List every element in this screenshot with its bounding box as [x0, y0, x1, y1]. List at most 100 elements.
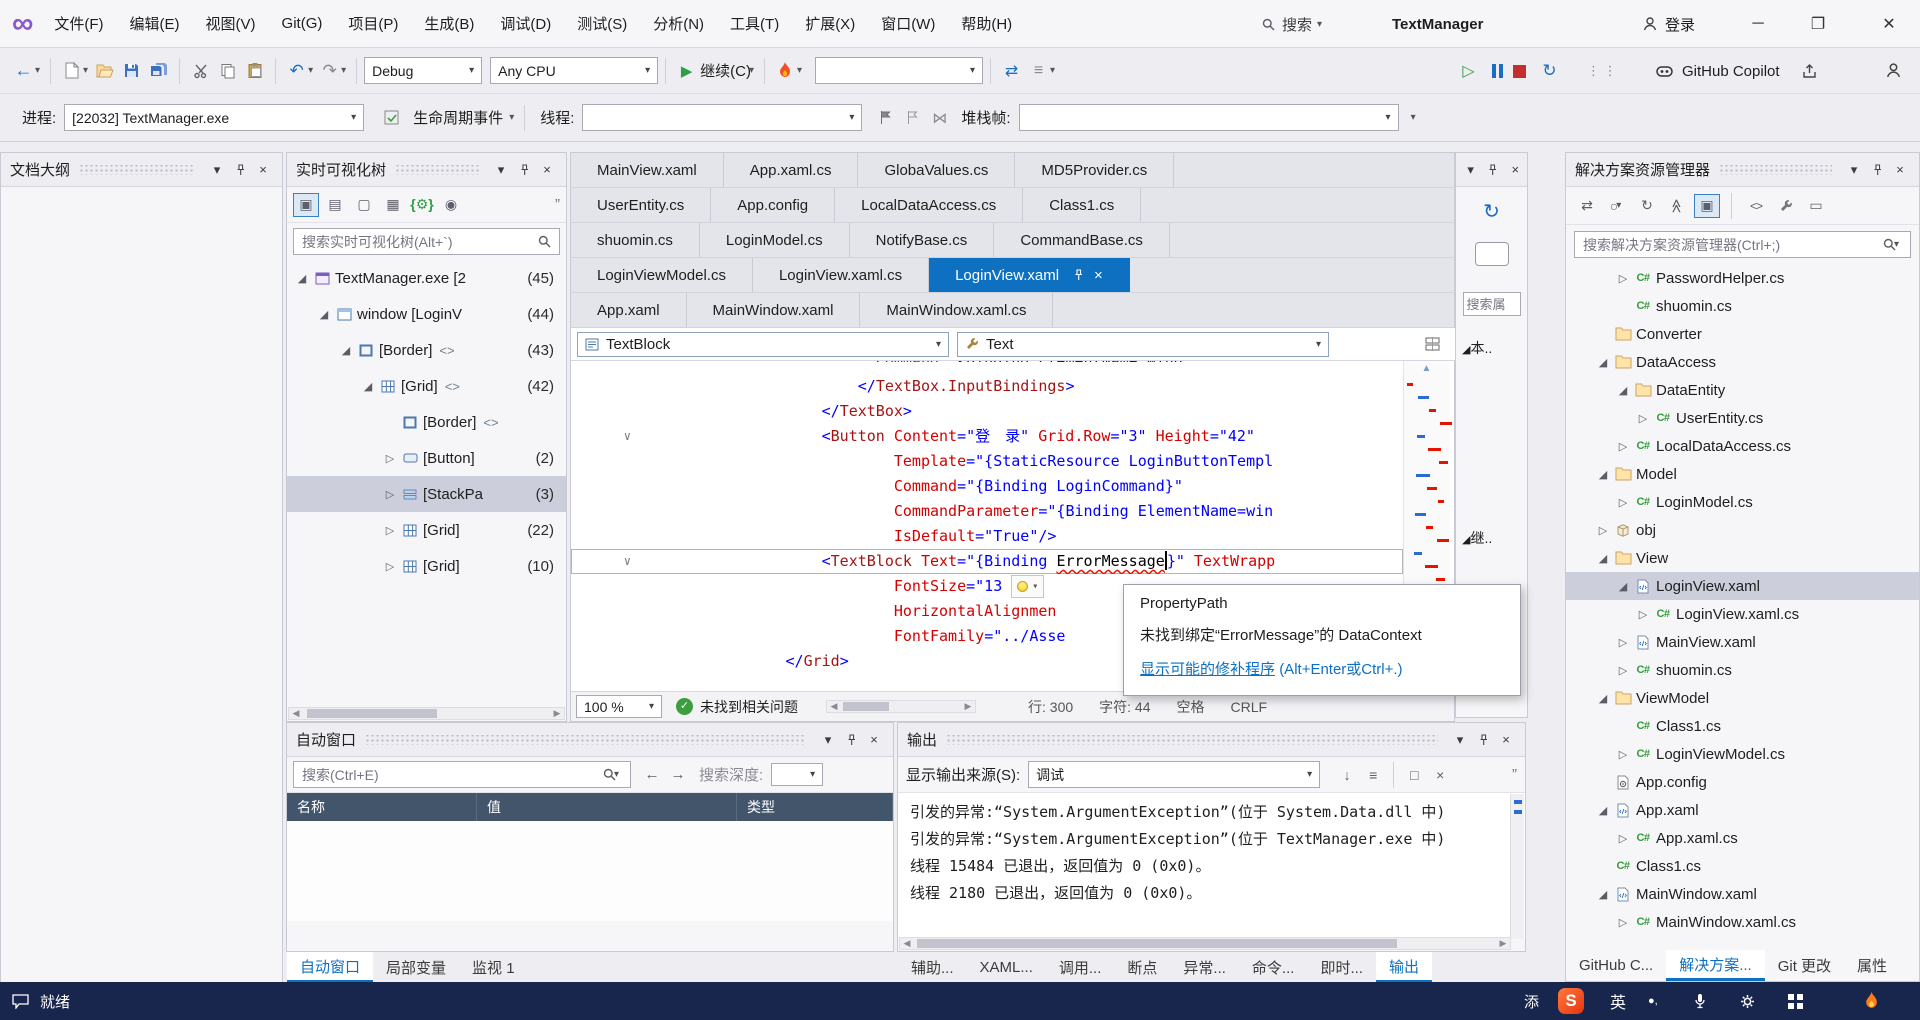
doc-tab[interactable]: MD5Provider.cs	[1015, 153, 1175, 187]
solution-item[interactable]: ▷ C# PasswordHelper.cs	[1566, 264, 1919, 292]
stop-debugging-icon[interactable]	[1513, 64, 1526, 78]
expander-icon[interactable]: ◢	[1614, 580, 1632, 593]
code-line[interactable]: </TextBox>	[571, 399, 1403, 424]
preview-selection-icon[interactable]: ▢	[351, 193, 377, 217]
process-combo[interactable]: [22032] TextManager.exe ▾	[64, 104, 365, 131]
show-fixes-link[interactable]: 显示可能的修补程序	[1140, 661, 1275, 678]
menu-item-T[interactable]: 工具(T)	[717, 0, 792, 48]
solution-item[interactable]: ▷ C# UserEntity.cs	[1566, 404, 1919, 432]
scroll-left-icon[interactable]: ◀	[289, 708, 303, 719]
scroll-left-icon[interactable]: ◀	[827, 701, 841, 712]
window-position-chevron-icon[interactable]: ▾	[1450, 730, 1470, 750]
properties-search-input[interactable]: 搜索属	[1462, 292, 1521, 316]
search-button[interactable]: 搜索 ▾	[1262, 0, 1325, 48]
expander-icon[interactable]: ▷	[381, 560, 399, 573]
doc-tab[interactable]: LoginView.xaml.cs	[753, 258, 930, 292]
expander-icon[interactable]: ▷	[1614, 272, 1632, 285]
menu-item-F[interactable]: 文件(F)	[41, 0, 116, 48]
doc-tab[interactable]: UserEntity.cs	[571, 188, 712, 222]
expander-icon[interactable]	[1594, 776, 1612, 788]
show-all-files-icon[interactable]: ▣	[1694, 193, 1720, 218]
search-next-arrow-icon[interactable]: →	[665, 763, 691, 787]
scrollbar-thumb[interactable]	[307, 709, 437, 718]
menu-item-S[interactable]: 测试(S)	[564, 0, 640, 48]
solution-item[interactable]: ▷ C# LoginModel.cs	[1566, 488, 1919, 516]
collapse-all-icon[interactable]: ≪	[1665, 193, 1689, 219]
view-code-icon[interactable]: <>	[1743, 194, 1769, 218]
window-position-chevron-icon[interactable]: ▾	[491, 160, 511, 180]
word-wrap-icon[interactable]: ≡	[1360, 763, 1386, 787]
cut-icon[interactable]	[187, 57, 214, 85]
search-depth-combo[interactable]: ▾	[771, 763, 824, 786]
sign-in-button[interactable]: 登录	[1642, 0, 1695, 48]
menu-item-B[interactable]: 生成(B)	[411, 0, 487, 48]
hot-reload-flame-icon[interactable]	[772, 57, 799, 85]
solution-item[interactable]: ▷ MainView.xaml	[1566, 628, 1919, 656]
solution-item[interactable]: C# Class1.cs	[1566, 852, 1919, 880]
quick-actions-lightbulb[interactable]: ▾	[1011, 575, 1045, 598]
refresh-icon[interactable]: ↻	[1634, 194, 1660, 218]
lvt-item[interactable]: ▷ [Grid] (22)	[287, 512, 566, 548]
stack-frame-combo[interactable]: ▾	[1018, 104, 1399, 131]
new-file-icon[interactable]	[58, 57, 85, 85]
output-horizontal-scrollbar[interactable]: ◀ ▶	[899, 937, 1511, 950]
code-line[interactable]: </TextBox.InputBindings>	[571, 374, 1403, 399]
thread-combo[interactable]: ▾	[582, 104, 863, 131]
pin-icon[interactable]	[1483, 160, 1502, 180]
lvt-item[interactable]: ◢ window [LoginV (44)	[287, 296, 566, 332]
window-position-chevron-icon[interactable]: ▾	[818, 730, 838, 750]
display-layout-adorners-icon[interactable]: ▤	[322, 193, 348, 217]
pin-icon[interactable]	[230, 160, 250, 180]
output-log[interactable]: 引发的异常:“System.ArgumentException”(位于 Syst…	[898, 793, 1525, 939]
window-position-chevron-icon[interactable]: ▾	[207, 160, 227, 180]
expander-icon[interactable]: ◢	[1594, 552, 1612, 565]
toolbar-overflow-dots-icon[interactable]: ⋮ ⋮	[1587, 63, 1617, 79]
menu-item-N[interactable]: 分析(N)	[640, 0, 717, 48]
solution-item[interactable]: ◢ ViewModel	[1566, 684, 1919, 712]
expander-icon[interactable]: ◢	[1594, 888, 1612, 901]
expander-icon[interactable]: ◢	[1594, 804, 1612, 817]
close-icon[interactable]: ×	[1506, 160, 1525, 180]
share-icon[interactable]	[1802, 63, 1817, 79]
menu-item-D[interactable]: 调试(D)	[487, 0, 564, 48]
lifecycle-events-icon[interactable]	[378, 104, 405, 132]
solution-item[interactable]: ◢ Model	[1566, 460, 1919, 488]
sogou-fire-icon[interactable]	[1864, 982, 1879, 1020]
pin-icon[interactable]	[514, 160, 534, 180]
doc-tab[interactable]: CommandBase.cs	[994, 223, 1170, 257]
track-focused-element-icon[interactable]: ◉	[438, 193, 464, 217]
solution-tab[interactable]: GitHub C...	[1566, 950, 1666, 981]
scroll-up-icon[interactable]: ▲	[1404, 361, 1449, 374]
solution-tab[interactable]: Git 更改	[1765, 950, 1844, 981]
expander-icon[interactable]: ◢	[359, 380, 377, 393]
menu-item-W[interactable]: 窗口(W)	[868, 0, 948, 48]
code-line[interactable]: Command="{Binding LoginCommand}"	[571, 474, 1403, 499]
solution-item[interactable]: ◢ View	[1566, 544, 1919, 572]
expander-icon[interactable]: ▷	[1614, 636, 1632, 649]
sogou-input-icon[interactable]: S	[1558, 982, 1584, 1020]
pin-icon[interactable]	[1867, 160, 1887, 180]
output-tab[interactable]: 断点	[1114, 952, 1170, 983]
expander-icon[interactable]: ▷	[1634, 608, 1652, 621]
code-line[interactable]: ∨ <Button Content="登 录" Grid.Row="3" Hei…	[571, 424, 1403, 449]
feedback-person-icon[interactable]	[1885, 62, 1902, 79]
scroll-left-icon[interactable]: ◀	[900, 938, 914, 949]
pin-icon[interactable]	[1073, 269, 1084, 281]
expander-icon[interactable]	[381, 416, 399, 428]
ime-toolbox-grid-icon[interactable]	[1788, 982, 1803, 1020]
expander-icon[interactable]: ▷	[1614, 664, 1632, 677]
lvt-item[interactable]: ▷ [Button] (2)	[287, 440, 566, 476]
microphone-icon[interactable]	[1694, 982, 1706, 1020]
clear-all-icon[interactable]: □	[1401, 763, 1427, 787]
pin-icon[interactable]	[841, 730, 861, 750]
menu-item-GitG[interactable]: Git(G)	[269, 0, 336, 48]
property-combo[interactable]: Text ▾	[957, 331, 1329, 357]
autos-column-0[interactable]: 名称	[287, 793, 477, 821]
doc-tab[interactable]: App.config	[711, 188, 836, 222]
output-tab[interactable]: 异常...	[1170, 952, 1239, 983]
solution-item[interactable]: ▷ C# LocalDataAccess.cs	[1566, 432, 1919, 460]
restart-icon[interactable]: ↻	[1536, 57, 1563, 85]
toolbar-overflow-icon[interactable]: ”	[555, 196, 560, 213]
autos-tab[interactable]: 局部变量	[373, 952, 459, 983]
close-icon[interactable]: ×	[253, 160, 273, 180]
